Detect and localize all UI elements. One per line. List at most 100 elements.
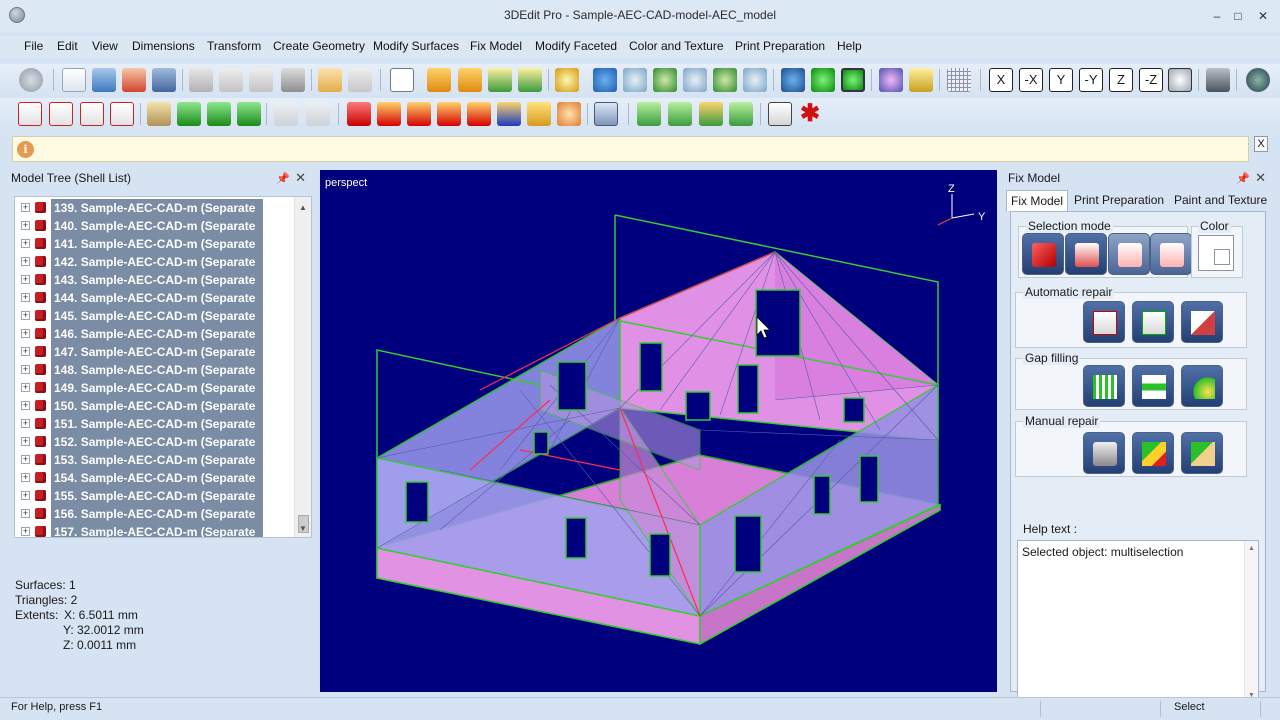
select-point-icon[interactable] xyxy=(18,102,42,126)
volume-icon[interactable] xyxy=(177,102,201,126)
tree-item-label[interactable]: 140. Sample-AEC-CAD-m (Separate xyxy=(51,217,263,235)
menu-modify-surfaces[interactable]: Modify Surfaces xyxy=(373,39,459,53)
stitch-gap-button[interactable] xyxy=(1132,365,1174,407)
zoom-fit-icon[interactable] xyxy=(653,68,677,92)
auto-repair-button[interactable] xyxy=(1083,301,1125,343)
transform-3-icon[interactable] xyxy=(488,68,512,92)
triangle-flip-icon[interactable] xyxy=(467,102,491,126)
tree-item-label[interactable]: 147. Sample-AEC-CAD-m (Separate xyxy=(51,343,263,361)
expand-icon[interactable]: + xyxy=(21,527,30,536)
menu-color-and-texture[interactable]: Color and Texture xyxy=(629,39,724,53)
tree-item-label[interactable]: 153. Sample-AEC-CAD-m (Separate xyxy=(51,451,263,469)
open-file-icon[interactable] xyxy=(92,68,116,92)
expand-icon[interactable]: + xyxy=(21,203,30,212)
color-swatch-secondary[interactable] xyxy=(1214,249,1230,265)
transform-icon[interactable] xyxy=(427,68,451,92)
tree-item[interactable]: +157. Sample-AEC-CAD-m (Separate xyxy=(21,523,263,537)
auto-repair-green-button[interactable] xyxy=(1132,301,1174,343)
paint-triangles-button[interactable] xyxy=(1132,432,1174,474)
render-icon[interactable] xyxy=(879,68,903,92)
zoom-in-icon[interactable] xyxy=(713,68,737,92)
tree-item-label[interactable]: 143. Sample-AEC-CAD-m (Separate xyxy=(51,271,263,289)
scroll-down-icon[interactable]: ▼ xyxy=(299,524,307,533)
triangle-split-icon[interactable] xyxy=(407,102,431,126)
tools-icon[interactable] xyxy=(594,102,618,126)
shell-icon-button[interactable] xyxy=(19,68,43,92)
info-close-button[interactable]: X xyxy=(1254,136,1268,152)
tree-item[interactable]: +139. Sample-AEC-CAD-m (Separate xyxy=(21,199,263,217)
menu-fix-model[interactable]: Fix Model xyxy=(470,39,522,53)
bridge-gap-button[interactable] xyxy=(1181,365,1223,407)
menu-file[interactable]: File xyxy=(24,39,43,53)
menu-edit[interactable]: Edit xyxy=(57,39,78,53)
new-file-icon[interactable] xyxy=(62,68,86,92)
tree-item[interactable]: +144. Sample-AEC-CAD-m (Separate xyxy=(21,289,263,307)
triangle-edge-icon[interactable] xyxy=(377,102,401,126)
expand-icon[interactable]: + xyxy=(21,437,30,446)
view-x-button[interactable]: X xyxy=(989,68,1013,92)
tree-item[interactable]: +145. Sample-AEC-CAD-m (Separate xyxy=(21,307,263,325)
tree-item-label[interactable]: 142. Sample-AEC-CAD-m (Separate xyxy=(51,253,263,271)
extrude-icon[interactable] xyxy=(637,102,661,126)
select-face-icon[interactable] xyxy=(80,102,104,126)
tree-item[interactable]: +150. Sample-AEC-CAD-m (Separate xyxy=(21,397,263,415)
close-icon[interactable]: ✕ xyxy=(1255,170,1266,186)
menu-print-preparation[interactable]: Print Preparation xyxy=(735,39,825,53)
expand-icon[interactable]: + xyxy=(21,455,30,464)
cut-icon[interactable] xyxy=(189,68,213,92)
copy-shell-icon[interactable] xyxy=(274,102,298,126)
lasso-icon[interactable] xyxy=(557,102,581,126)
move-icon[interactable] xyxy=(593,68,617,92)
expand-icon[interactable]: + xyxy=(21,221,30,230)
properties-icon[interactable] xyxy=(147,102,171,126)
expand-icon[interactable]: + xyxy=(21,473,30,482)
select-facet-button[interactable] xyxy=(1108,233,1150,275)
view-neg-z-button[interactable]: -Z xyxy=(1139,68,1163,92)
tree-scrollbar[interactable]: ▲ ▼ xyxy=(294,197,311,537)
delete-triangles-button[interactable] xyxy=(1083,432,1125,474)
copy-icon[interactable] xyxy=(219,68,243,92)
tree-item-label[interactable]: 145. Sample-AEC-CAD-m (Separate xyxy=(51,307,263,325)
transform-2-icon[interactable] xyxy=(458,68,482,92)
print-icon[interactable] xyxy=(1206,68,1230,92)
view-y-button[interactable]: Y xyxy=(1049,68,1073,92)
scroll-up-icon[interactable]: ▲ xyxy=(299,203,307,212)
tree-item[interactable]: +153. Sample-AEC-CAD-m (Separate xyxy=(21,451,263,469)
boolean-icon[interactable] xyxy=(768,102,792,126)
boxes-icon[interactable] xyxy=(237,102,261,126)
menu-dimensions[interactable]: Dimensions xyxy=(132,39,195,53)
tree-item[interactable]: +156. Sample-AEC-CAD-m (Separate xyxy=(21,505,263,523)
tree-item-label[interactable]: 150. Sample-AEC-CAD-m (Separate xyxy=(51,397,263,415)
menu-view[interactable]: View xyxy=(92,39,118,53)
pin-icon[interactable]: 📌 xyxy=(276,172,290,185)
pin-icon[interactable]: 📌 xyxy=(1236,172,1250,185)
trash-icon[interactable] xyxy=(281,68,305,92)
iso-view-icon[interactable] xyxy=(1168,68,1192,92)
shell-list[interactable]: +139. Sample-AEC-CAD-m (Separate +140. Sa… xyxy=(14,196,312,538)
zoom-out-icon[interactable] xyxy=(743,68,767,92)
tree-item[interactable]: +154. Sample-AEC-CAD-m (Separate xyxy=(21,469,263,487)
tree-item[interactable]: +151. Sample-AEC-CAD-m (Separate xyxy=(21,415,263,433)
paste-icon[interactable] xyxy=(249,68,273,92)
tree-item-label[interactable]: 152. Sample-AEC-CAD-m (Separate xyxy=(51,433,263,451)
menu-help[interactable]: Help xyxy=(837,39,862,53)
tree-item[interactable]: +146. Sample-AEC-CAD-m (Separate xyxy=(21,325,263,343)
expand-icon[interactable]: + xyxy=(21,239,30,248)
expand-icon[interactable]: + xyxy=(21,491,30,500)
tree-item-label[interactable]: 139. Sample-AEC-CAD-m (Separate xyxy=(51,199,263,217)
expand-icon[interactable]: + xyxy=(21,257,30,266)
tree-item[interactable]: +143. Sample-AEC-CAD-m (Separate xyxy=(21,271,263,289)
flip-normals-button[interactable] xyxy=(1181,301,1223,343)
expand-icon[interactable]: + xyxy=(21,347,30,356)
close-window-button[interactable]: ✕ xyxy=(1254,8,1272,24)
help-scrollbar[interactable]: ▲ ▼ xyxy=(1244,541,1258,719)
box-icon[interactable] xyxy=(207,102,231,126)
revolve-icon[interactable] xyxy=(729,102,753,126)
tree-item-label[interactable]: 156. Sample-AEC-CAD-m (Separate xyxy=(51,505,263,523)
close-file-icon[interactable] xyxy=(122,68,146,92)
expand-icon[interactable]: + xyxy=(21,509,30,518)
redo-icon[interactable] xyxy=(348,68,372,92)
view-neg-y-button[interactable]: -Y xyxy=(1079,68,1103,92)
shaded-edges-icon[interactable] xyxy=(841,68,865,92)
layout-grid-icon[interactable] xyxy=(390,68,414,92)
